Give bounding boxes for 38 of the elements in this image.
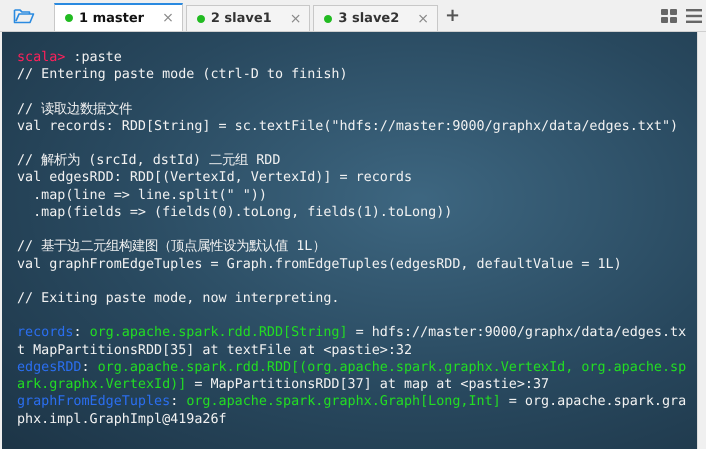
code-text: : xyxy=(82,360,91,375)
code-text: : xyxy=(73,325,82,340)
tab-label: 1 master xyxy=(79,10,144,26)
variable-name: graphFromEdgeTuples xyxy=(17,394,170,410)
type-name: org.apache.spark.graphx.Graph[Long,Int] xyxy=(186,394,501,410)
terminal-tab[interactable]: 3 slave2 × xyxy=(313,5,438,31)
code-text: val graphFromEdgeTuples = Graph.fromEdgeTuples(edgesRDD, defaultValue = 1L) xyxy=(17,256,622,272)
code-text: t MapPartitionsRDD[35] at textFile at <pastie>:32 xyxy=(17,342,412,358)
code-text: = org.apache.spark.gra xyxy=(508,394,686,410)
folder-icon[interactable] xyxy=(13,6,35,24)
code-text: phx.impl.GraphImpl@419a26f xyxy=(17,412,227,427)
code-text: val edgesRDD: RDD[(VertexId, VertexId)] = records xyxy=(17,170,412,186)
code-text: : xyxy=(170,394,180,410)
code-text: // Exiting paste mode, now interpreting. xyxy=(17,290,340,306)
code-text: :paste xyxy=(72,50,122,65)
code-text: .map(line => line.split(" ")) xyxy=(32,188,267,203)
code-text: .map(fields => (fields(0).toLong, fields(1).toLong)) xyxy=(32,205,452,220)
type-name: org.apache.spark.rdd.RDD[String] xyxy=(90,325,348,340)
variable-name: records xyxy=(17,325,74,340)
code-text: val records: RDD[String] = sc.textFile("hdfs://master:9000/graphx/data/edges.txt") xyxy=(17,118,678,134)
type-name: org.apache.spark.rdd.RDD[(org.apache.spark.graphx.VertexId, org.apache.sp xyxy=(98,360,686,375)
menu-icon[interactable] xyxy=(686,8,702,22)
grid-icon[interactable] xyxy=(661,8,677,22)
terminal-tab[interactable]: 1 master × xyxy=(54,3,183,31)
variable-name: edgesRDD xyxy=(17,360,82,375)
code-text: = hdfs://master:9000/graphx/data/edges.tx xyxy=(354,325,686,340)
code-text: // 解析为 (srcId, dstId) 二元组 RDD xyxy=(17,153,280,168)
type-name: ark.graphx.VertexId)] xyxy=(17,377,186,392)
code-text: // 基于边二元组构建图（顶点属性设为默认值 1L） xyxy=(17,239,326,254)
prompt-label: scala> xyxy=(17,50,66,65)
code-text: // Entering paste mode (ctrl-D to finish) xyxy=(17,67,348,82)
terminal-tab[interactable]: 2 slave1 × xyxy=(186,5,310,31)
close-icon[interactable]: × xyxy=(162,10,174,26)
code-text: // 读取边数据文件 xyxy=(17,102,132,117)
tab-label: 3 slave2 xyxy=(338,11,400,26)
tab-label: 2 slave1 xyxy=(210,11,272,26)
new-tab-button[interactable]: + xyxy=(445,5,460,26)
code-text: = MapPartitionsRDD[37] at map at <pastie>:37 xyxy=(193,377,550,392)
